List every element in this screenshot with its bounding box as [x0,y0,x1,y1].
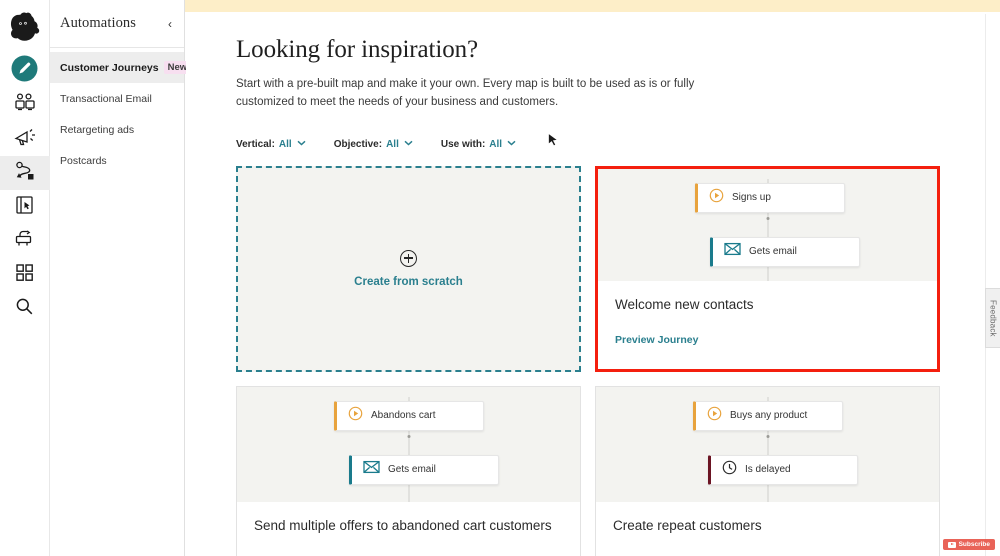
journey-card-body: Send multiple offers to abandoned cart c… [237,501,580,556]
clock-icon [722,460,737,480]
journey-node-label: Signs up [732,192,771,204]
rail-item-automations[interactable] [0,156,50,190]
rail-item-campaigns[interactable] [0,122,50,156]
journey-card-body: Create repeat customers [596,501,939,556]
sidebar-item-transactional-email[interactable]: Transactional Email [50,83,184,114]
audience-icon [13,92,37,119]
chevron-left-icon[interactable]: ‹ [168,18,172,30]
sidebar-item-label: Transactional Email [60,92,152,105]
journey-card-repeat-customers[interactable]: Buys any product Is delayed Create repea… [595,385,940,556]
filter-value: All [278,138,292,150]
main-content: Looking for inspiration? Start with a pr… [186,12,1000,556]
sidebar-item-retargeting-ads[interactable]: Retargeting ads [50,114,184,145]
journey-node-delay: Is delayed [708,454,858,485]
filter-vertical[interactable]: Vertical: All [236,139,306,150]
mailchimp-logo[interactable] [5,8,45,48]
campaigns-megaphone-icon [13,126,37,153]
journey-node-trigger: Signs up [695,182,845,213]
chevron-down-icon [297,140,306,148]
youtube-subscribe-label: Subscribe [958,541,990,548]
journey-map-grid: Create from scratch Signs up Gets email … [236,165,946,556]
create-campaign-icon [11,55,38,87]
filter-label: Objective: [333,138,383,150]
filter-use-with[interactable]: Use with: All [441,139,516,150]
journey-node-label: Buys any product [730,410,808,422]
connector-dot [407,434,410,438]
rail-item-audience[interactable] [0,88,50,122]
journey-node-trigger: Abandons cart [334,400,484,431]
sidebar: Automations ‹ Customer Journeys New Tran… [50,0,192,556]
journey-card-title: Create repeat customers [613,517,762,533]
icon-rail [0,0,50,556]
connector-dot [766,216,769,220]
connector-dot [766,434,769,438]
journey-card-title: Send multiple offers to abandoned cart c… [254,517,552,533]
preview-journey-link[interactable]: Preview Journey [615,334,920,346]
journey-node-label: Is delayed [745,464,791,476]
sidebar-header: Automations ‹ [50,0,184,48]
journey-preview: Signs up Gets email [598,168,937,281]
filter-bar: Vertical: All Objective: All Use with: A… [236,139,1000,150]
create-from-scratch-card[interactable]: Create from scratch [236,165,581,372]
play-circle-icon [707,406,722,426]
journey-card-title: Welcome new contacts [615,296,754,312]
journey-preview: Abandons cart Gets email [237,386,580,502]
youtube-play-icon [947,541,956,548]
journey-card-body: Welcome new contacts Preview Journey [598,280,937,369]
filter-label: Vertical: [236,138,275,150]
youtube-subscribe-button[interactable]: Subscribe [942,539,995,550]
journey-node-label: Abandons cart [371,410,436,422]
page-subtitle: Start with a pre-built map and make it y… [236,78,695,108]
integrations-grid-icon [14,262,35,288]
rail-item-create-campaign[interactable] [0,54,50,88]
scrollbar-track[interactable] [985,14,986,556]
sidebar-item-label: Customer Journeys [60,61,159,74]
journey-node-trigger: Buys any product [693,400,843,431]
search-icon [14,296,35,322]
feedback-tab-label: Feedback [988,299,998,337]
filter-label: Use with: [440,138,486,150]
rail-item-integrations[interactable] [0,258,50,292]
create-from-scratch-label: Create from scratch [354,275,463,288]
content-studio-icon [13,228,37,255]
sidebar-item-postcards[interactable]: Postcards [50,145,184,176]
journey-card-abandoned-cart[interactable]: Abandons cart Gets email Send multiple o… [236,385,581,556]
sidebar-title: Automations [60,15,137,31]
feedback-tab[interactable]: Feedback [985,288,1000,348]
rail-item-search[interactable] [0,292,50,326]
journey-node-label: Gets email [388,464,436,476]
chevron-down-icon [507,140,516,148]
plus-circle-icon [400,249,417,267]
journey-card-welcome-new-contacts[interactable]: Signs up Gets email Welcome new contacts… [595,165,940,372]
play-circle-icon [709,188,724,208]
top-notification-banner [185,0,1000,12]
journey-node-action: Gets email [349,454,499,485]
sidebar-item-label: Retargeting ads [60,123,135,136]
automations-icon [13,160,37,187]
journey-node-action: Gets email [710,236,860,267]
rail-item-website[interactable] [0,190,50,224]
sidebar-item-customer-journeys[interactable]: Customer Journeys New [50,52,192,83]
page-title: Looking for inspiration? [236,36,478,63]
app-root: Automations ‹ Customer Journeys New Tran… [0,0,1000,556]
filter-value: All [386,138,399,150]
sidebar-item-label: Postcards [60,154,107,167]
envelope-icon [724,242,741,261]
journey-node-label: Gets email [749,246,797,258]
journey-preview: Buys any product Is delayed [596,386,939,502]
filter-objective[interactable]: Objective: All [334,139,413,150]
website-builder-icon [13,194,36,221]
play-circle-icon [348,406,363,426]
rail-item-content-studio[interactable] [0,224,50,258]
envelope-icon [363,460,380,479]
filter-value: All [489,138,503,150]
mouse-cursor [548,132,559,148]
chevron-down-icon [404,140,413,148]
sidebar-nav-list: Customer Journeys New Transactional Emai… [50,48,192,176]
